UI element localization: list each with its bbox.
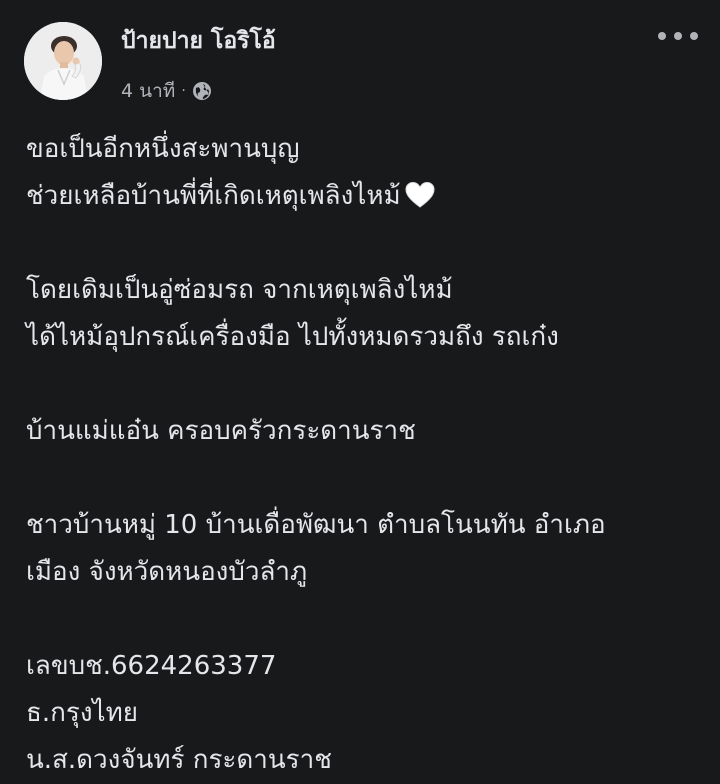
post-line: โดยเดิมเป็นอู่ซ่อมรถ จากเหตุเพลิงไหม้ <box>26 275 453 305</box>
globe-icon <box>192 82 211 100</box>
more-options-icon <box>658 32 666 40</box>
post-line: บ้านแม่แอ๋น ครอบครัวกระดานราช <box>26 416 416 446</box>
post-header: ป้ายปาย โอริโอ้ 4 นาที · <box>0 0 720 110</box>
more-options-icon <box>690 32 698 40</box>
post-line: ขอเป็นอีกหนึ่งสะพานบุญ <box>26 134 300 164</box>
author-name[interactable]: ป้ายปาย โอริโอ้ <box>121 26 276 56</box>
post-body: ขอเป็นอีกหนึ่งสะพานบุญ ช่วยเหลือบ้านพี่ท… <box>26 126 706 784</box>
more-options-icon <box>674 32 682 40</box>
post-line: ชาวบ้านหมู่ 10 บ้านเดื่อพัฒนา ตำบลโนนทัน… <box>26 510 606 540</box>
avatar-image <box>24 22 102 100</box>
post-time[interactable]: 4 นาที <box>121 76 175 106</box>
post-meta: 4 นาที · <box>121 77 212 105</box>
post-line: เมือง จังหวัดหนองบัวลำภู <box>26 557 308 587</box>
meta-separator: · <box>181 83 186 99</box>
post-line: ช่วยเหลือบ้านพี่ที่เกิดเหตุเพลิงไหม้ <box>26 181 401 211</box>
more-options-button[interactable] <box>658 26 698 46</box>
bank-name: ธ.กรุงไทย <box>26 698 138 728</box>
post-line-with-emoji: ช่วยเหลือบ้านพี่ที่เกิดเหตุเพลิงไหม้ <box>26 173 706 220</box>
white-heart-icon <box>405 181 435 208</box>
account-number: เลขบช.6624263377 <box>26 651 277 681</box>
avatar[interactable] <box>24 22 102 100</box>
post-line: ได้ไหม้อุปกรณ์เครื่องมือ ไปทั้งหมดรวมถึง… <box>26 322 559 352</box>
account-holder: น.ส.ดวงจันทร์ กระดานราช <box>26 745 332 775</box>
